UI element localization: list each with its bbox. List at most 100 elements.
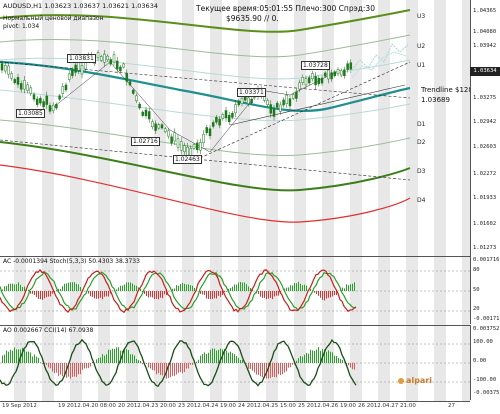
ao-cci-axis: 0.003752 100.00 0.00 -100.00 -0.00375	[470, 325, 500, 400]
candle-body	[273, 109, 275, 117]
ao-bar	[210, 350, 211, 363]
ao-bar	[184, 363, 185, 372]
ac-bar	[216, 291, 217, 298]
ao-bar	[212, 348, 213, 363]
ac-bar	[238, 283, 239, 291]
ac-bar	[320, 291, 321, 298]
price-tick: 1.02942	[473, 119, 496, 125]
main-price-chart[interactable]: AUDUSD,H1 1.03623 1.03637 1.03621 1.0363…	[0, 0, 470, 256]
ac-bar	[152, 291, 153, 298]
candle-body	[135, 96, 137, 101]
session-stripe	[434, 0, 446, 256]
candle-body	[193, 145, 195, 148]
ac-bar	[24, 287, 25, 291]
ac-bar	[354, 282, 355, 291]
price-tick: 1.01933	[473, 195, 496, 201]
ao-bar	[336, 356, 337, 363]
ac-bar	[70, 282, 71, 291]
candle-body	[84, 62, 86, 69]
candle-body	[340, 71, 342, 75]
ac-bar	[12, 284, 13, 291]
ac-bar	[334, 291, 335, 295]
ao-bar	[286, 363, 287, 371]
ao-bar	[160, 363, 161, 375]
ao-bar	[170, 363, 171, 377]
price-axis[interactable]: 1.04365 1.04080 1.03942 1.03275 1.02942 …	[470, 0, 500, 256]
ac-bar	[106, 291, 107, 296]
ac-bar	[130, 282, 131, 291]
ac-bar	[188, 284, 189, 291]
ao-cci-panel[interactable]: AO 0.002667 CCI(14) 67.0938 alpari	[0, 325, 470, 401]
candle-body	[14, 79, 16, 82]
candle-body	[97, 53, 99, 58]
ao-bar	[82, 363, 83, 370]
price-tick: 1.01602	[473, 221, 496, 227]
ac-bar	[20, 285, 21, 291]
ao-bar	[306, 353, 307, 363]
ac-bar	[184, 284, 185, 291]
ac-bar	[214, 291, 215, 298]
ac-bar	[298, 282, 299, 291]
candle-body	[305, 79, 307, 85]
brand-logo: alpari	[398, 376, 432, 385]
price-tick: 1.04080	[473, 29, 496, 35]
time-label: 19 Sep 2012	[2, 403, 37, 409]
ac-bar	[236, 285, 237, 291]
ac-bar	[264, 291, 265, 298]
ac-bar	[342, 288, 343, 291]
ao-bar	[172, 363, 173, 376]
ac-bar	[332, 291, 333, 296]
ac-bar	[220, 291, 221, 297]
ac-bar	[34, 291, 35, 295]
price-chart-canvas	[0, 0, 470, 256]
ac-bar	[44, 291, 45, 298]
price-label-high2: 1.03728	[301, 61, 330, 70]
time-label: 19 2012.04.20 08:00	[58, 403, 116, 409]
session-stripe	[322, 326, 334, 401]
ao-bar	[228, 353, 229, 363]
candle-body	[65, 85, 67, 90]
candle-body	[321, 78, 323, 83]
ao-bar	[250, 363, 251, 369]
ao-cci-canvas	[0, 326, 470, 401]
ac-bar	[120, 286, 121, 291]
ao-bar	[96, 359, 97, 363]
ac-bar	[266, 291, 267, 299]
ao-bar	[12, 351, 13, 363]
ao-bar	[38, 358, 39, 363]
time-axis[interactable]: 19 Sep 2012 19 2012.04.20 08:00 20 2012.…	[0, 401, 470, 414]
ac-bar	[50, 291, 51, 296]
candle-body	[286, 95, 288, 104]
ao-bar	[350, 363, 351, 368]
candle-body	[62, 87, 64, 94]
ac-bar	[242, 282, 243, 291]
ac-bar	[6, 286, 7, 291]
candle-body	[11, 74, 13, 79]
ac-bar	[344, 288, 345, 291]
session-stripe	[42, 0, 54, 256]
ao-bar	[136, 359, 137, 363]
ao-bar	[130, 354, 131, 363]
ao-bar	[126, 349, 127, 363]
ac-bar	[244, 282, 245, 291]
stochastic-panel[interactable]: AC -0.0001394 Stoch(5,3,3) 50.4303 38.37…	[0, 256, 470, 325]
ao-bar	[106, 354, 107, 363]
candle-body	[350, 63, 352, 70]
indicator-pivot: pivot: 1.034	[3, 23, 39, 30]
ac-bar	[330, 291, 331, 297]
ao-bar	[180, 363, 181, 372]
candle-body	[142, 112, 144, 116]
ac-bar	[212, 291, 213, 299]
ac-bar	[350, 284, 351, 291]
candle-body	[39, 98, 41, 103]
level-d2: D2	[417, 139, 425, 146]
ac-bar	[148, 291, 149, 297]
ao-bar	[8, 352, 9, 363]
ao-bar	[26, 352, 27, 363]
level-u2: U2	[417, 43, 425, 50]
ao-bar	[190, 363, 191, 365]
candle-body	[318, 78, 320, 84]
stoch-tick: 50	[473, 287, 480, 293]
candle-body	[4, 65, 6, 71]
ao-bar	[196, 362, 197, 363]
